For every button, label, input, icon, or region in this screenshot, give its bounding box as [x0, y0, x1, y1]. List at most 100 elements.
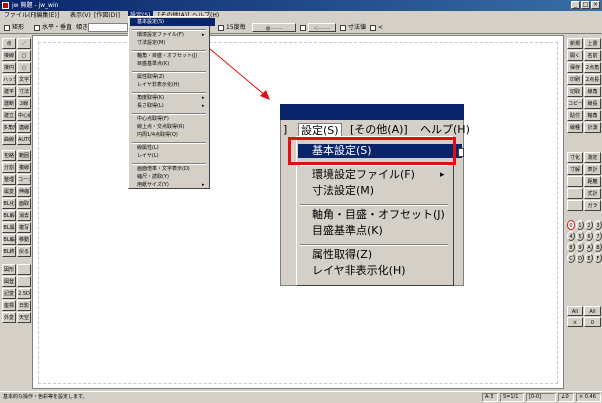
- zoom-dropdown-item[interactable]: 環境設定ファイル(F): [312, 168, 415, 182]
- right-tool-button[interactable]: 上書: [584, 38, 601, 49]
- dropdown-item[interactable]: レイヤ非表示化(H): [137, 81, 180, 89]
- left-tool-button[interactable]: 連線: [17, 122, 31, 133]
- status-scale[interactable]: S=1/1: [500, 393, 524, 402]
- left-tool-button[interactable]: 面取: [17, 198, 31, 209]
- tilt-input[interactable]: [88, 23, 128, 32]
- dropdown-item[interactable]: 用紙サイズ(Y): [137, 181, 169, 189]
- zoom-dropdown-item[interactable]: 軸角・目盛・オフセット(J): [312, 208, 445, 222]
- dropdown-item[interactable]: 角度取得(K): [137, 94, 164, 102]
- left-tool-button[interactable]: 移動: [17, 234, 31, 245]
- angle-arrow-button[interactable]: <――: [308, 23, 336, 32]
- left-tool-button[interactable]: 接線: [2, 50, 16, 61]
- left-tool-button[interactable]: 建断: [2, 98, 16, 109]
- ratio-checkbox[interactable]: [218, 25, 224, 31]
- left-tool-button[interactable]: 包絡: [2, 150, 16, 161]
- left-tool-button[interactable]: コーナー: [17, 174, 31, 185]
- right-tool-button[interactable]: 新規: [567, 38, 583, 49]
- dropdown-item[interactable]: 属性取得(Z): [137, 73, 164, 81]
- right-tool-button[interactable]: 保存: [567, 62, 583, 73]
- left-tool-button[interactable]: 日影: [17, 300, 31, 311]
- right-tool-button[interactable]: 寸化: [567, 152, 583, 163]
- zoom-dropdown-item[interactable]: 目盛基準点(K): [312, 224, 383, 238]
- left-tool-button[interactable]: 図登: [2, 276, 16, 287]
- left-tool-button[interactable]: 点: [2, 38, 16, 49]
- dropdown-item[interactable]: 縮尺・読取(Y): [137, 173, 169, 181]
- right-tool-button[interactable]: ガラ: [584, 200, 601, 211]
- left-tool-button[interactable]: 中心線: [17, 110, 31, 121]
- layer-button[interactable]: 8: [567, 242, 575, 252]
- left-tool-button[interactable]: 多角形: [2, 122, 16, 133]
- left-tool-button[interactable]: 消去: [17, 210, 31, 221]
- right-tool-button[interactable]: 線種: [567, 122, 583, 133]
- right-tool-button[interactable]: 軸角: [584, 110, 601, 121]
- menu-edit[interactable]: [編集(E)]: [32, 11, 61, 21]
- layer-button[interactable]: 2: [585, 220, 593, 230]
- left-tool-button[interactable]: 文字: [17, 74, 31, 85]
- dot-arrow-button[interactable]: ●――: [252, 23, 296, 32]
- left-tool-button[interactable]: 接円: [2, 62, 16, 73]
- hv-checkbox[interactable]: [34, 25, 40, 31]
- left-tool-button[interactable]: 範囲: [17, 150, 31, 161]
- right-tool-button[interactable]: [567, 188, 583, 199]
- zoom-menu-help[interactable]: ヘルプ(H): [420, 123, 470, 137]
- dropdown-item[interactable]: 基本設定(S): [130, 18, 215, 26]
- left-tool-button[interactable]: BL編: [2, 234, 16, 245]
- left-tool-button[interactable]: BL化: [2, 198, 16, 209]
- dropdown-item[interactable]: 画面倍率・文字表示(D): [137, 165, 190, 173]
- left-tool-button[interactable]: 天空: [17, 312, 31, 323]
- left-tool-button[interactable]: 寸法: [17, 86, 31, 97]
- layer-button[interactable]: F: [594, 253, 602, 263]
- left-tool-button[interactable]: 建立: [2, 110, 16, 121]
- right-tool-button[interactable]: 寸解: [567, 164, 583, 175]
- zoom-dropdown-item[interactable]: 属性取得(Z): [312, 248, 372, 262]
- dropdown-item[interactable]: 線属性(L): [137, 144, 159, 152]
- dropdown-item[interactable]: 円周1/4点取得(Q): [137, 131, 178, 139]
- right-tool-button[interactable]: [567, 176, 583, 187]
- left-tool-button[interactable]: BL解: [2, 210, 16, 221]
- layer-all-button[interactable]: All: [567, 306, 583, 316]
- right-tool-button[interactable]: 式計: [584, 188, 601, 199]
- layer-button[interactable]: 0: [567, 220, 575, 230]
- right-tool-button[interactable]: 距離: [584, 176, 601, 187]
- dim-value-checkbox[interactable]: [340, 25, 346, 31]
- left-tool-button[interactable]: 伸縮: [17, 186, 31, 197]
- left-tool-button[interactable]: [17, 264, 31, 275]
- layer-button[interactable]: 9: [576, 242, 584, 252]
- left-tool-button[interactable]: 2線: [17, 98, 31, 109]
- right-tool-button[interactable]: 印刷: [567, 74, 583, 85]
- right-tool-button[interactable]: [567, 200, 583, 211]
- layer-all-button[interactable]: All: [584, 306, 601, 316]
- right-tool-button[interactable]: 表計: [584, 164, 601, 175]
- right-tool-button[interactable]: 貼付: [567, 110, 583, 121]
- menu-view[interactable]: 表示(V): [68, 11, 93, 21]
- right-tool-button[interactable]: コピー: [567, 98, 583, 109]
- menu-draw[interactable]: [作図(D)]: [92, 11, 122, 21]
- layer-button[interactable]: 1: [576, 220, 584, 230]
- dropdown-item[interactable]: 目盛基準点(K): [137, 60, 169, 68]
- layer-button[interactable]: 3: [594, 220, 602, 230]
- layer-button[interactable]: E: [585, 253, 593, 263]
- dropdown-item[interactable]: 寸法設定(M): [137, 39, 165, 47]
- left-tool-button[interactable]: 戻る: [17, 246, 31, 257]
- left-tool-button[interactable]: 記変: [2, 288, 16, 299]
- left-tool-button[interactable]: 座標: [2, 300, 16, 311]
- left-tool-button[interactable]: 分割: [2, 162, 16, 173]
- close-button[interactable]: ×: [591, 1, 600, 9]
- layer-button[interactable]: 4: [567, 231, 575, 241]
- dropdown-item[interactable]: 軸角・目盛・オフセット(J): [137, 52, 197, 60]
- right-tool-button[interactable]: 名前: [584, 50, 601, 61]
- right-tool-button[interactable]: 線長: [584, 98, 601, 109]
- layer-button[interactable]: A: [585, 242, 593, 252]
- left-tool-button[interactable]: 図形: [2, 264, 16, 275]
- dropdown-item[interactable]: 長さ取得(L): [137, 102, 164, 110]
- status-angle[interactable]: ∠0: [558, 393, 574, 402]
- angle-checkbox[interactable]: [300, 25, 306, 31]
- left-tool-button[interactable]: 属変: [2, 186, 16, 197]
- layer-button[interactable]: 5: [576, 231, 584, 241]
- zoom-dropdown-item[interactable]: レイヤ非表示化(H): [312, 264, 406, 278]
- minimize-button[interactable]: _: [571, 1, 580, 9]
- maximize-button[interactable]: □: [581, 1, 590, 9]
- layer-button[interactable]: D: [576, 253, 584, 263]
- left-tool-button[interactable]: AUTO: [17, 134, 31, 145]
- left-tool-button[interactable]: 曲線: [2, 134, 16, 145]
